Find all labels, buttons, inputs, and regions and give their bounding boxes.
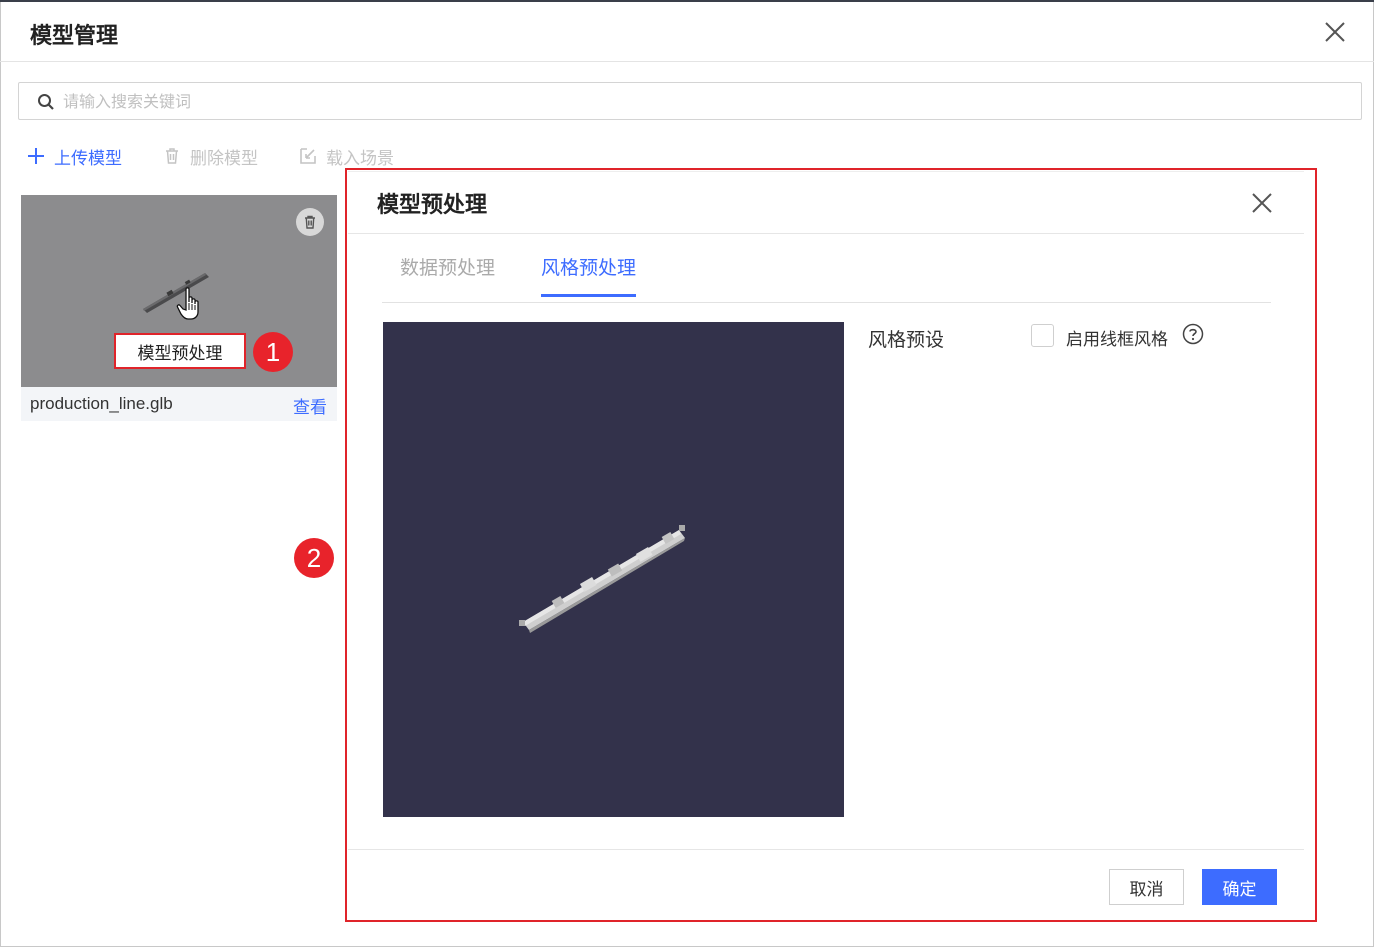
main-close-button[interactable] [1322, 19, 1348, 45]
import-icon [300, 148, 316, 164]
close-icon [1325, 22, 1345, 42]
close-icon [1252, 193, 1272, 213]
card-footer: production_line.glb 查看 [21, 387, 337, 421]
wireframe-style-label: 启用线框风格 [1066, 330, 1168, 350]
dialog-tabs: 数据预处理 风格预处理 [382, 243, 1271, 303]
load-scene-button[interactable]: 载入场景 [298, 144, 394, 169]
delete-model-label: 删除模型 [190, 148, 258, 169]
style-preset-label: 风格预设 [868, 329, 945, 351]
dialog-close-button[interactable] [1249, 190, 1275, 216]
wireframe-style-checkbox[interactable] [1031, 324, 1054, 347]
upload-model-label: 上传模型 [54, 148, 122, 169]
cancel-button[interactable]: 取消 [1109, 869, 1184, 905]
annotation-badge-2: 2 [294, 538, 334, 578]
hand-cursor-icon [176, 287, 199, 320]
toolbar: 上传模型 删除模型 载入场景 [26, 143, 434, 169]
trash-icon [166, 148, 178, 164]
confirm-button[interactable]: 确定 [1202, 869, 1277, 905]
card-delete-button[interactable] [296, 208, 324, 236]
model-file-name: production_line.glb [30, 394, 173, 413]
search-bar [18, 82, 1362, 120]
upload-model-button[interactable]: 上传模型 [26, 144, 122, 169]
search-input[interactable] [63, 87, 1343, 115]
model-preprocess-dialog: 模型预处理 数据预处理 风格预处理 风格预设 启用线框风格 取消 确定 [348, 171, 1304, 919]
load-scene-label: 载入场景 [326, 148, 394, 169]
page-title: 模型管理 [30, 24, 119, 49]
annotation-badge-1: 1 [253, 332, 293, 372]
trash-icon [305, 215, 315, 229]
dialog-title: 模型预处理 [377, 193, 488, 218]
tab-data-preprocess[interactable]: 数据预处理 [400, 253, 495, 294]
model-thumbnail[interactable]: 模型预处理 1 [21, 195, 337, 387]
help-icon[interactable] [1182, 323, 1204, 345]
model-card[interactable]: 模型预处理 1 production_line.glb 查看 [21, 195, 337, 421]
model-preview-render [519, 525, 685, 633]
plus-icon [28, 148, 44, 164]
search-icon [38, 94, 54, 110]
model-preprocess-button[interactable]: 模型预处理 [114, 333, 246, 369]
dialog-header: 模型预处理 [348, 172, 1304, 234]
tab-style-preprocess[interactable]: 风格预处理 [541, 253, 637, 297]
model-preview-viewport[interactable] [383, 322, 844, 817]
dialog-footer: 取消 确定 [348, 849, 1304, 920]
view-link[interactable]: 查看 [293, 393, 327, 418]
delete-model-button[interactable]: 删除模型 [162, 144, 258, 169]
main-header: 模型管理 [0, 2, 1374, 62]
